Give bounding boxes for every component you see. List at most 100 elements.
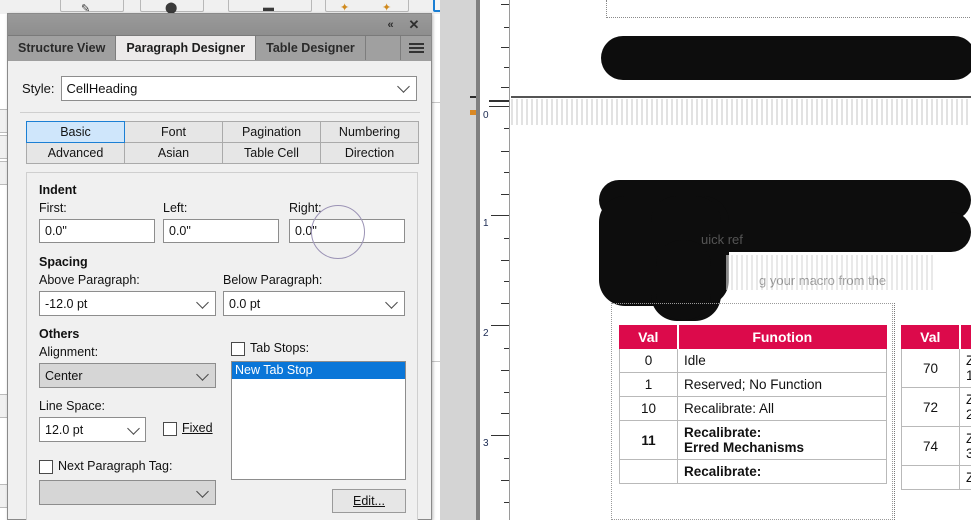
- tab-paragraph-designer[interactable]: Paragraph Designer: [116, 36, 257, 60]
- alignment-value: Center: [45, 368, 83, 383]
- spacing-above-value: -12.0 pt: [45, 296, 88, 311]
- function-table-right[interactable]: Val 70 Zoo 115 72 Zoo 215 74 Zo: [901, 325, 971, 490]
- spacing-above-label: Above Paragraph:: [39, 273, 140, 287]
- ruler-tick: [504, 67, 509, 68]
- chevron-down-icon: [127, 421, 140, 435]
- page-boundary-line: [511, 96, 971, 98]
- ruler-tick: [504, 458, 509, 459]
- table-header-val: Val: [619, 325, 678, 349]
- tab-structure-view[interactable]: Structure View: [8, 36, 117, 60]
- tab-stops-label: Tab Stops:: [250, 341, 310, 355]
- row-value: 70: [901, 348, 960, 388]
- hamburger-icon: [408, 41, 424, 55]
- document-window: 0 1 2 3 uick ref Val Funotion 0 Idle 1 R…: [480, 0, 971, 520]
- table-row[interactable]: 70 Zoo 115: [901, 348, 971, 388]
- ruler-tick: [501, 370, 509, 371]
- table-row[interactable]: 74 Zoo 300: [901, 426, 971, 466]
- table-row[interactable]: 1 Reserved; No Function: [619, 372, 887, 397]
- style-combobox[interactable]: CellHeading: [60, 75, 417, 101]
- chevron-down-icon: [196, 367, 209, 381]
- property-tabs-row-2: Advanced Asian Table Cell Direction: [26, 142, 419, 164]
- row-value: 11: [619, 420, 678, 460]
- row-value: [901, 465, 960, 490]
- next-paragraph-tag-dropdown[interactable]: [39, 480, 216, 505]
- table-row[interactable]: Recalibrate:: [619, 459, 887, 484]
- toolbar-button-1[interactable]: ✎: [60, 0, 124, 15]
- document-page[interactable]: uick ref g your macro from the Val Funot…: [511, 0, 971, 520]
- tab-stops-listbox[interactable]: New Tab Stop: [231, 361, 406, 480]
- indent-first-label: First:: [39, 201, 67, 215]
- ruler-tick: [501, 151, 509, 152]
- indent-right-label: Right:: [289, 201, 322, 215]
- alignment-dropdown[interactable]: Center: [39, 363, 216, 388]
- property-tab-pagination[interactable]: Pagination: [222, 121, 321, 143]
- spacing-below-dropdown[interactable]: 0.0 pt: [223, 291, 405, 316]
- indent-first-input[interactable]: 0.0": [39, 219, 155, 243]
- close-icon[interactable]: ✕: [405, 14, 423, 36]
- toolbar-button-4[interactable]: ✦ ✦: [325, 0, 409, 14]
- row-value: [619, 459, 678, 484]
- line-space-dropdown[interactable]: 12.0 pt: [39, 417, 146, 442]
- next-paragraph-tag-checkbox[interactable]: [39, 460, 53, 474]
- table-frame-right-dots: [894, 303, 895, 520]
- ruler-tick: [501, 303, 509, 304]
- ruler-tick: [504, 348, 509, 349]
- property-tab-numbering[interactable]: Numbering: [320, 121, 419, 143]
- fixed-label: Fixed: [182, 421, 213, 435]
- chevron-down-icon: [196, 484, 209, 498]
- ruler-tick: [489, 100, 509, 102]
- table-row[interactable]: Zoo: [901, 465, 971, 490]
- fixed-checkbox[interactable]: [163, 422, 177, 436]
- ruler-label-2: 2: [483, 328, 489, 339]
- row-value: 0: [619, 348, 678, 373]
- panel-titlebar[interactable]: « ✕: [8, 14, 431, 36]
- row-function: Zoo 115: [959, 348, 971, 388]
- next-paragraph-tag-label: Next Paragraph Tag:: [58, 459, 173, 473]
- doc-text-fragment-1: uick ref: [701, 232, 743, 247]
- table-row[interactable]: 10 Recalibrate: All: [619, 396, 887, 421]
- property-tab-table-cell[interactable]: Table Cell: [222, 142, 321, 164]
- property-tab-font[interactable]: Font: [124, 121, 223, 143]
- collapse-icon[interactable]: «: [381, 14, 399, 36]
- page-background-texture: [511, 99, 971, 125]
- ruler-label-1: 1: [483, 218, 489, 229]
- property-tab-advanced[interactable]: Advanced: [26, 142, 125, 164]
- row-function: Zoo: [959, 465, 971, 490]
- spacing-above-dropdown[interactable]: -12.0 pt: [39, 291, 216, 316]
- panel-menu-button[interactable]: [401, 36, 431, 60]
- edit-tab-stop-button[interactable]: Edit...: [332, 489, 406, 513]
- indent-right-input[interactable]: 0.0": [289, 219, 405, 243]
- table-row[interactable]: 72 Zoo 215: [901, 387, 971, 427]
- vertical-ruler[interactable]: 0 1 2 3: [480, 0, 510, 520]
- toolbar-button-3[interactable]: ▬: [228, 0, 312, 14]
- ruler-tick: [491, 215, 509, 216]
- row-value: 10: [619, 396, 678, 421]
- tab-table-designer[interactable]: Table Designer: [256, 36, 366, 60]
- table-header-row: Val Funotion: [619, 325, 887, 349]
- ruler-tick: [504, 238, 509, 239]
- row-value: 1: [619, 372, 678, 397]
- toolbar-button-2[interactable]: ⬤: [140, 0, 204, 14]
- tab-stops-checkbox[interactable]: [231, 342, 245, 356]
- spacing-below-value: 0.0 pt: [229, 296, 261, 311]
- ruler-tick: [491, 435, 509, 436]
- spacing-below-label: Below Paragraph:: [223, 273, 323, 287]
- function-table-left[interactable]: Val Funotion 0 Idle 1 Reserved; No Funct…: [619, 325, 887, 484]
- ruler-tick: [501, 413, 509, 414]
- property-tab-basic[interactable]: Basic: [26, 121, 125, 143]
- ruler-tick: [491, 325, 509, 326]
- ruler-tick: [504, 172, 509, 173]
- panel-divider: [20, 112, 420, 113]
- property-tab-direction[interactable]: Direction: [320, 142, 419, 164]
- ruler-tick: [501, 47, 509, 48]
- style-row: Style: CellHeading: [8, 71, 431, 105]
- property-tab-asian[interactable]: Asian: [124, 142, 223, 164]
- tab-stop-item[interactable]: New Tab Stop: [232, 362, 405, 379]
- indent-left-input[interactable]: 0.0": [163, 219, 279, 243]
- indent-left-label: Left:: [163, 201, 188, 215]
- table-header-row: Val: [901, 325, 971, 349]
- indent-section-title: Indent: [39, 183, 77, 197]
- row-value: 72: [901, 387, 960, 427]
- table-row[interactable]: 0 Idle: [619, 348, 887, 373]
- table-row[interactable]: 11 Recalibrate: Erred Mechanisms: [619, 420, 887, 460]
